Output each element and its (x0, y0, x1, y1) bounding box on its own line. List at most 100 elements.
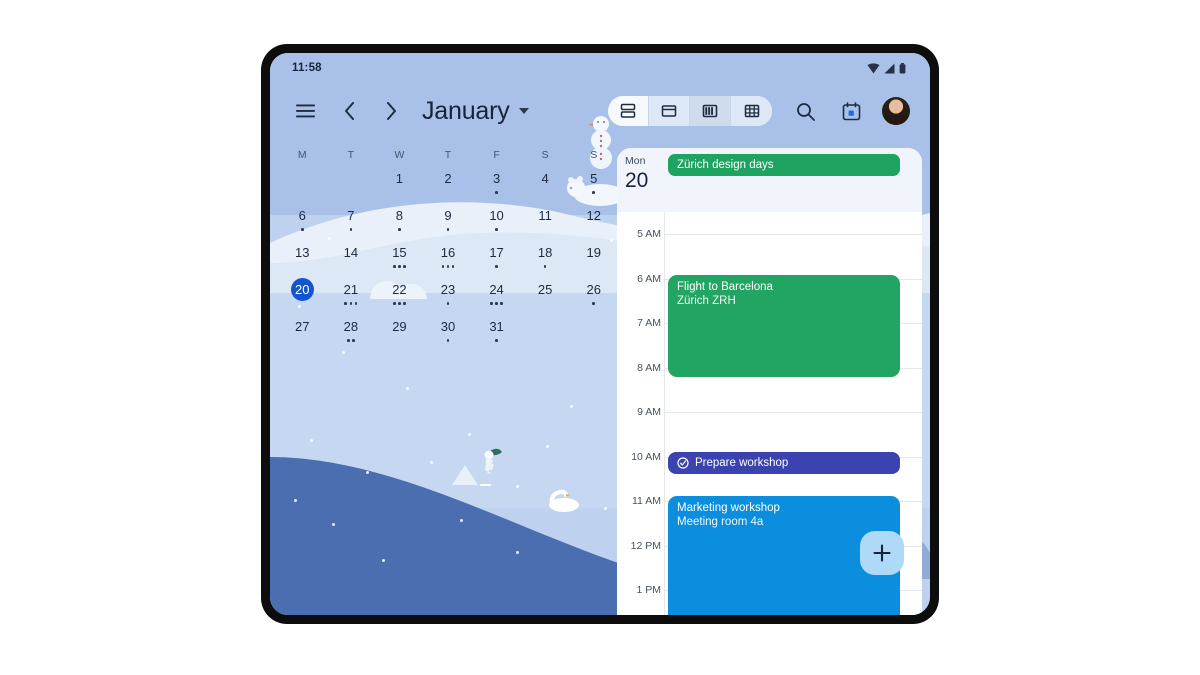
all-day-band: Mon 20 Zürich design days (617, 148, 922, 212)
date-row: 20 21 22 23 24 25 26 (278, 278, 618, 315)
hamburger-menu-icon[interactable] (288, 94, 322, 128)
date-number: 23 (440, 282, 456, 297)
event-dot (451, 265, 455, 268)
date-cell-9[interactable]: 9 (424, 204, 473, 241)
date-cell-28[interactable]: 28 (327, 315, 376, 352)
date-cell-5[interactable]: 5 (569, 167, 618, 204)
event-dot (446, 302, 450, 305)
date-cell-12[interactable]: 12 (569, 204, 618, 241)
snowflake (310, 439, 313, 442)
date-number: 22 (392, 282, 407, 297)
date-cell-16[interactable]: 16 (424, 241, 473, 278)
date-cell-24[interactable]: 24 (472, 278, 521, 315)
wifi-icon (867, 62, 880, 73)
date-cell-8[interactable]: 8 (375, 204, 424, 241)
date-row: 1 2 3 4 5 (278, 167, 618, 204)
snowflake (406, 387, 409, 390)
date-row: 27 28 29 30 31 (278, 315, 618, 352)
date-number: 11 (538, 208, 552, 223)
event-dots (495, 265, 498, 270)
date-cell-11[interactable]: 11 (521, 204, 570, 241)
date-row: 6 7 8 9 10 11 12 (278, 204, 618, 241)
event-dot (495, 265, 498, 268)
plus-icon (873, 544, 891, 562)
event-dots (543, 265, 547, 270)
all-day-event-chip[interactable]: Zürich design days (668, 154, 900, 176)
flight-event[interactable]: Flight to Barcelona Zürich ZRH (668, 275, 900, 377)
view-option-schedule[interactable] (608, 96, 649, 126)
event-dot (490, 302, 493, 305)
view-option-day[interactable] (649, 96, 690, 126)
event-dots (441, 265, 455, 270)
date-cell-13[interactable]: 13 (278, 241, 327, 278)
snowflake (382, 559, 385, 562)
prepare-workshop-task[interactable]: Prepare workshop (668, 452, 900, 474)
date-cell-15[interactable]: 15 (375, 241, 424, 278)
event-dot (403, 265, 406, 268)
event-dots (300, 228, 304, 233)
date-cell-3[interactable]: 3 (472, 167, 521, 204)
event-dot (543, 265, 547, 268)
date-number: 12 (586, 208, 601, 223)
date-cell-4[interactable]: 4 (521, 167, 570, 204)
event-dots (592, 191, 595, 196)
hour-label-7: 12 PM (630, 539, 661, 552)
view-option-week[interactable] (690, 96, 731, 126)
date-cell-7[interactable]: 7 (327, 204, 376, 241)
event-subtitle: Meeting room 4a (677, 516, 764, 528)
date-number: 14 (343, 245, 359, 260)
calendar-today-icon[interactable] (834, 94, 868, 128)
weekday-header-row: MTWTFSS (278, 149, 618, 167)
signal-icon (884, 63, 895, 73)
date-number: 6 (298, 208, 306, 223)
weekday-header-3: T (444, 149, 452, 161)
month-calendar-grid: MTWTFSS 1 2 3 4 5 6 7 8 9 10 11 12 13 14 15 16 17 18 19 20 2… (278, 149, 618, 352)
event-subtitle: Zürich ZRH (677, 295, 736, 307)
event-dot (446, 265, 450, 268)
event-dot (592, 191, 595, 194)
date-cell-20[interactable]: 20 (278, 278, 327, 315)
date-cell-1[interactable]: 1 (375, 167, 424, 204)
date-cell-21[interactable]: 21 (327, 278, 376, 315)
date-number: 13 (295, 245, 310, 260)
event-dot (495, 302, 498, 305)
search-icon[interactable] (788, 94, 822, 128)
date-cell-10[interactable]: 10 (472, 204, 521, 241)
create-event-fab[interactable] (860, 531, 904, 575)
date-cell-27[interactable]: 27 (278, 315, 327, 352)
page-title[interactable]: January (422, 97, 510, 126)
date-cell-19[interactable]: 19 (569, 241, 618, 278)
date-cell-26[interactable]: 26 (569, 278, 618, 315)
date-number: 20 (290, 278, 314, 301)
date-number: 31 (489, 319, 504, 334)
event-dots (495, 339, 498, 344)
snowflake (460, 519, 463, 522)
date-cell-2[interactable]: 2 (424, 167, 473, 204)
date-cell-25[interactable]: 25 (521, 278, 570, 315)
day-detail-panel: Mon 20 Zürich design days 5 AM 6 AM 7 AM 8 … (617, 148, 922, 615)
snowflake (430, 461, 433, 464)
date-cell-18[interactable]: 18 (521, 241, 570, 278)
event-dot (446, 339, 450, 342)
hour-label-2: 7 AM (637, 317, 661, 329)
event-dot (398, 265, 401, 268)
date-cell-23[interactable]: 23 (424, 278, 473, 315)
view-option-month[interactable] (731, 96, 772, 126)
date-cell-17[interactable]: 17 (472, 241, 521, 278)
date-cell-22[interactable]: 22 (375, 278, 424, 315)
event-dot (393, 302, 396, 305)
hour-label-0: 5 AM (637, 228, 661, 240)
date-cell-14[interactable]: 14 (327, 241, 376, 278)
date-cell-31[interactable]: 31 (472, 315, 521, 352)
user-avatar[interactable] (882, 97, 910, 125)
date-cell-30[interactable]: 30 (424, 315, 473, 352)
chevron-left-icon[interactable] (332, 94, 366, 128)
chevron-right-icon[interactable] (374, 94, 408, 128)
date-number: 8 (395, 208, 404, 223)
weekday-header-1: T (347, 149, 355, 161)
status-bar-clock: 11:58 (292, 62, 322, 74)
date-cell-6[interactable]: 6 (278, 204, 327, 241)
chevron-down-icon[interactable] (518, 108, 529, 114)
date-number: 4 (541, 171, 549, 186)
date-cell-29[interactable]: 29 (375, 315, 424, 352)
